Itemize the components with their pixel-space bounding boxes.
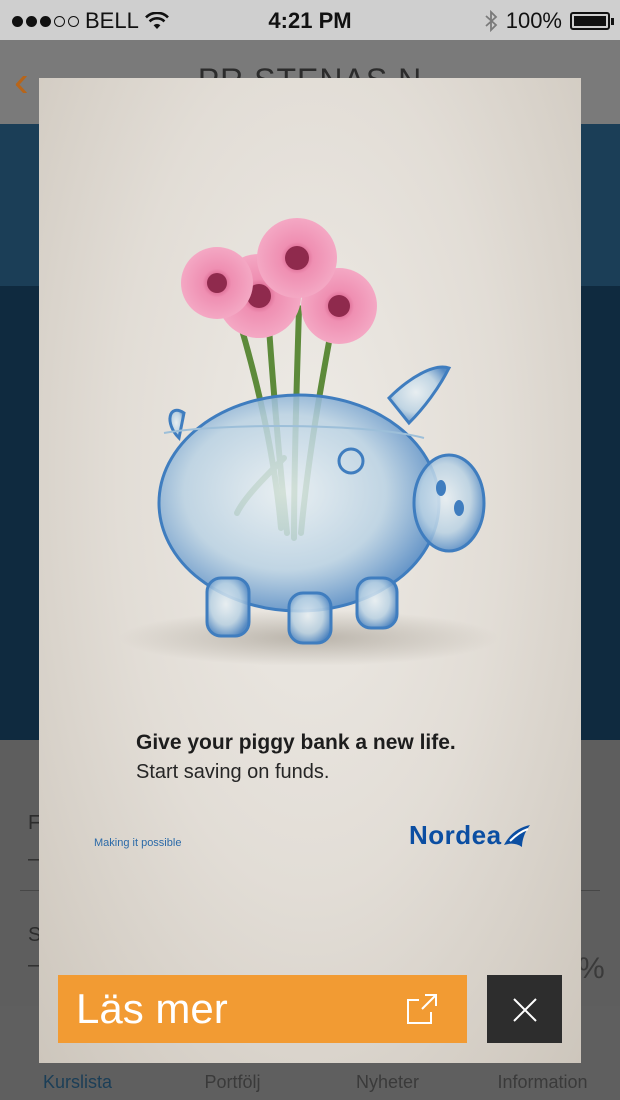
info-value-2: – — [28, 954, 40, 976]
info-percent: % — [578, 952, 605, 985]
ad-tagline: Making it possible — [94, 837, 182, 849]
piggy-bank-vase-illustration — [119, 218, 499, 666]
battery-icon — [570, 12, 614, 30]
nordea-logo: Nordea — [409, 820, 532, 851]
brand-name: Nordea — [409, 820, 502, 850]
tab-nyheter[interactable]: Nyheter — [310, 1072, 465, 1093]
read-more-label: Läs mer — [76, 985, 228, 1032]
ad-headline: Give your piggy bank a new life. — [136, 731, 456, 754]
close-icon — [513, 998, 537, 1022]
advertisement-overlay[interactable]: Give your piggy bank a new life. Start s… — [39, 78, 581, 1063]
tab-kurslista[interactable]: Kurslista — [0, 1072, 155, 1093]
battery-percent: 100% — [505, 8, 562, 33]
tab-portfolj[interactable]: Portfölj — [155, 1072, 310, 1093]
external-link-icon — [407, 994, 437, 1024]
ad-subline: Start saving on funds. — [136, 761, 330, 783]
status-bar: BELL 4:21 PM 100% — [0, 0, 620, 40]
close-ad-button[interactable] — [487, 975, 562, 1043]
nordea-sail-icon — [503, 824, 530, 847]
tab-information[interactable]: Information — [465, 1072, 620, 1093]
read-more-button[interactable]: Läs mer — [58, 975, 467, 1043]
bluetooth-icon — [485, 10, 498, 32]
info-value-1: – — [28, 848, 40, 870]
